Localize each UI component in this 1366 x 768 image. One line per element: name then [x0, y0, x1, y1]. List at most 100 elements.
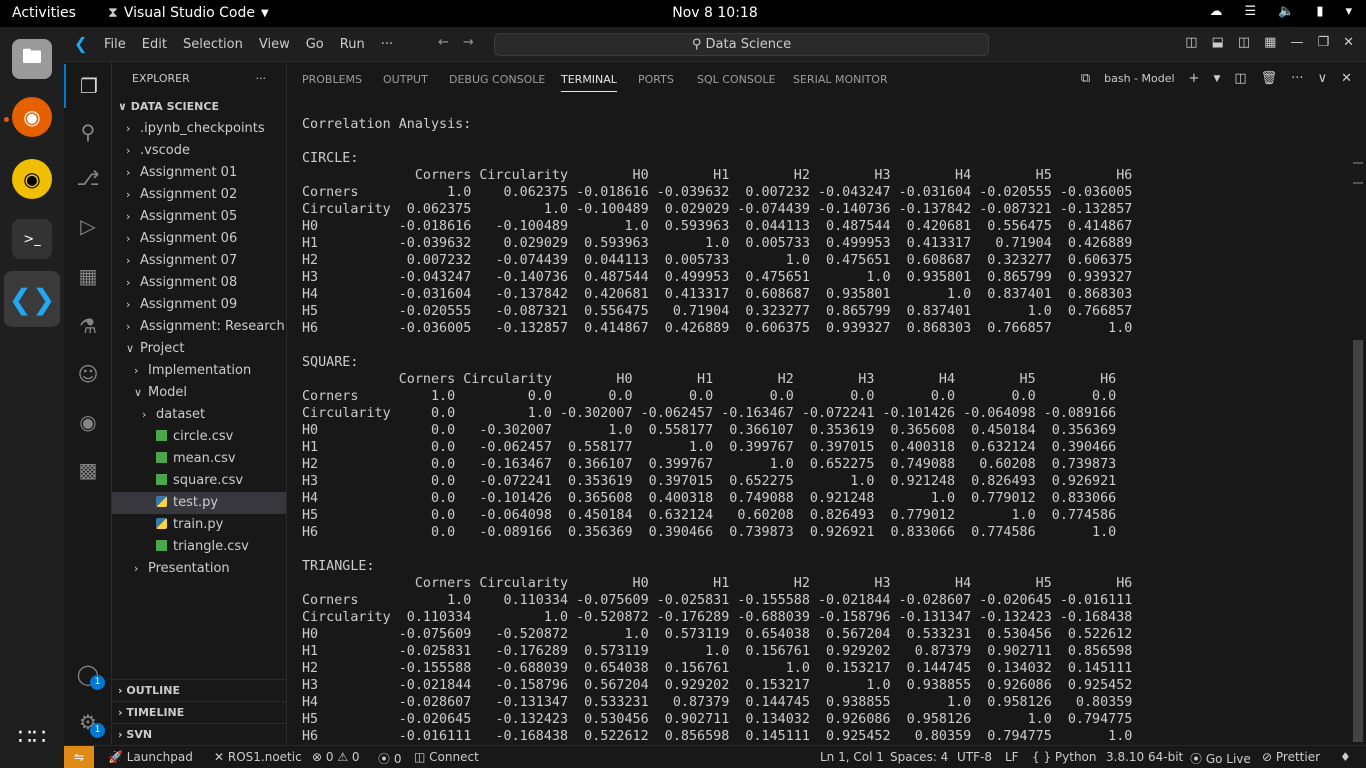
ros-item[interactable]: ✕ ROS1.noetic [214, 750, 302, 764]
split-terminal-icon[interactable]: ◫ [1234, 71, 1246, 86]
menu-file[interactable]: File [104, 37, 126, 52]
go-live-item[interactable]: ⦿ Go Live [1190, 750, 1251, 767]
menu-go[interactable]: Go [306, 37, 324, 52]
firefox-icon[interactable]: ◉ [12, 97, 52, 137]
more-actions-icon[interactable]: ··· [1291, 71, 1303, 86]
vscode-app-icon[interactable]: ❮❯ [4, 271, 60, 327]
tab-ports[interactable]: PORTS [638, 73, 674, 86]
end-of-line[interactable]: LF [1005, 750, 1019, 764]
menu-more[interactable]: ··· [381, 37, 393, 52]
language-mode[interactable]: { } Python [1032, 750, 1097, 764]
maximize-panel-icon[interactable]: ∨ [1318, 71, 1328, 86]
command-center-search[interactable]: ⚲ Data Science [494, 33, 989, 56]
tree-item[interactable]: › Presentation [112, 558, 286, 580]
python-interpreter[interactable]: 3.8.10 64-bit [1106, 750, 1183, 764]
tree-item[interactable]: › Assignment 08 [112, 272, 286, 294]
tree-item[interactable]: › Assignment 09 [112, 294, 286, 316]
cloud-icon[interactable]: ☁ [1209, 4, 1222, 19]
files-app-icon[interactable]: 🖿 [12, 39, 52, 79]
tree-item[interactable]: › Assignment 06 [112, 228, 286, 250]
toggle-panel-icon[interactable]: ⬓ [1212, 35, 1224, 50]
menu-view[interactable]: View [259, 37, 290, 52]
problems-item[interactable]: ⊗ 0 ⚠ 0 [312, 750, 360, 764]
notifications-bell-icon[interactable]: ♦ [1340, 750, 1351, 764]
tree-item[interactable]: › Assignment 05 [112, 206, 286, 228]
scrollbar-thumb[interactable] [1353, 340, 1363, 742]
close-window-icon[interactable]: ✕ [1343, 35, 1354, 50]
terminal-app-icon[interactable]: >_ [12, 219, 52, 259]
tree-item[interactable]: test.py [112, 492, 286, 514]
testing-flask-icon[interactable]: ⚗ [64, 304, 112, 348]
tree-item[interactable]: ∨ Model [112, 382, 286, 404]
terminal-scrollbar[interactable] [1352, 102, 1364, 742]
encoding[interactable]: UTF-8 [957, 750, 992, 764]
tree-item[interactable]: ∨ Project [112, 338, 286, 360]
accounts-icon[interactable]: ◯ 1 [64, 652, 112, 696]
github-icon[interactable]: ◉ [64, 400, 112, 444]
customize-layout-icon[interactable]: ▦ [1264, 35, 1276, 50]
tree-item[interactable]: mean.csv [112, 448, 286, 470]
search-view-icon[interactable]: ⚲ [64, 110, 112, 154]
tree-item[interactable]: › Assignment 07 [112, 250, 286, 272]
menu-edit[interactable]: Edit [142, 37, 167, 52]
prettier-item[interactable]: ⊘ Prettier [1262, 750, 1320, 764]
tree-item[interactable]: square.csv [112, 470, 286, 492]
restore-icon[interactable]: ❐ [1317, 35, 1329, 50]
volume-icon[interactable]: 🔈 [1278, 4, 1294, 19]
cursor-position[interactable]: Ln 1, Col 1 [820, 750, 884, 764]
ports-item[interactable]: ⦿ 0 [378, 750, 401, 767]
menu-selection[interactable]: Selection [183, 37, 243, 52]
chevron-down-icon[interactable]: ▼ [1213, 74, 1220, 84]
back-arrow-icon[interactable]: ← [438, 35, 449, 50]
rhythmbox-icon[interactable]: ◉ [12, 159, 52, 199]
new-terminal-icon[interactable]: + [1189, 71, 1200, 86]
alien-extension-icon[interactable]: ☺ [64, 352, 112, 396]
launchpad-item[interactable]: 🚀 Launchpad [108, 750, 193, 764]
tab-terminal[interactable]: TERMINAL [561, 73, 617, 92]
folder-header[interactable]: ∨ DATA SCIENCE [112, 96, 286, 118]
tab-serial-monitor[interactable]: SERIAL MONITOR [793, 73, 888, 86]
outline-section[interactable]: › OUTLINE [112, 679, 286, 701]
power-menu-icon[interactable]: ▾ [1345, 4, 1352, 19]
run-debug-icon[interactable]: ▷ [64, 204, 112, 248]
explorer-more-button[interactable]: ··· [256, 62, 267, 96]
terminal-output[interactable]: Correlation Analysis: CIRCLE: Corners Ci… [302, 116, 1342, 743]
tab-sql-console[interactable]: SQL CONSOLE [697, 73, 776, 86]
connect-item[interactable]: ◫ Connect [414, 750, 479, 764]
remote-indicator-icon[interactable]: ⇋ [64, 746, 94, 768]
battery-icon[interactable]: ▮ [1316, 4, 1323, 19]
system-tray[interactable]: ☁ ☰ 🔈 ▮ ▾ [1209, 4, 1352, 19]
tree-item[interactable]: › dataset [112, 404, 286, 426]
tree-item[interactable]: circle.csv [112, 426, 286, 448]
menu-run[interactable]: Run [340, 37, 365, 52]
svn-section[interactable]: › SVN [112, 723, 286, 745]
indentation[interactable]: Spaces: 4 [890, 750, 948, 764]
minimize-icon[interactable]: — [1290, 35, 1303, 50]
forward-arrow-icon[interactable]: → [463, 35, 474, 50]
remote-explorer-icon[interactable]: ▩ [64, 448, 112, 492]
tab-output[interactable]: OUTPUT [383, 73, 428, 86]
tab-debug-console[interactable]: DEBUG CONSOLE [449, 73, 545, 86]
tree-item[interactable]: triangle.csv [112, 536, 286, 558]
network-icon[interactable]: ☰ [1244, 4, 1256, 19]
tree-item[interactable]: › .vscode [112, 140, 286, 162]
settings-gear-icon[interactable]: ⚙ 1 [64, 700, 112, 744]
tree-item[interactable]: › Implementation [112, 360, 286, 382]
close-panel-icon[interactable]: ✕ [1341, 71, 1352, 86]
tree-item[interactable]: › Assignment 02 [112, 184, 286, 206]
clock[interactable]: Nov 8 10:18 [0, 5, 1366, 21]
terminal-name[interactable]: bash - Model [1104, 72, 1174, 85]
toggle-sidebar-icon[interactable]: ◫ [1185, 35, 1197, 50]
explorer-icon[interactable]: ❐ [64, 64, 112, 108]
show-apps-icon[interactable]: ∷∷ [12, 717, 52, 757]
trash-icon[interactable]: 🗑 [1261, 71, 1278, 86]
source-control-icon[interactable]: ⎇ [64, 156, 112, 200]
tab-problems[interactable]: PROBLEMS [302, 73, 362, 86]
tree-item[interactable]: › Assignment: Research [112, 316, 286, 338]
toggle-secondary-sidebar-icon[interactable]: ◫ [1238, 35, 1250, 50]
extensions-icon[interactable]: ▦ [64, 254, 112, 298]
tree-item[interactable]: › .ipynb_checkpoints [112, 118, 286, 140]
tree-item[interactable]: › Assignment 01 [112, 162, 286, 184]
tree-item[interactable]: train.py [112, 514, 286, 536]
timeline-section[interactable]: › TIMELINE [112, 701, 286, 723]
